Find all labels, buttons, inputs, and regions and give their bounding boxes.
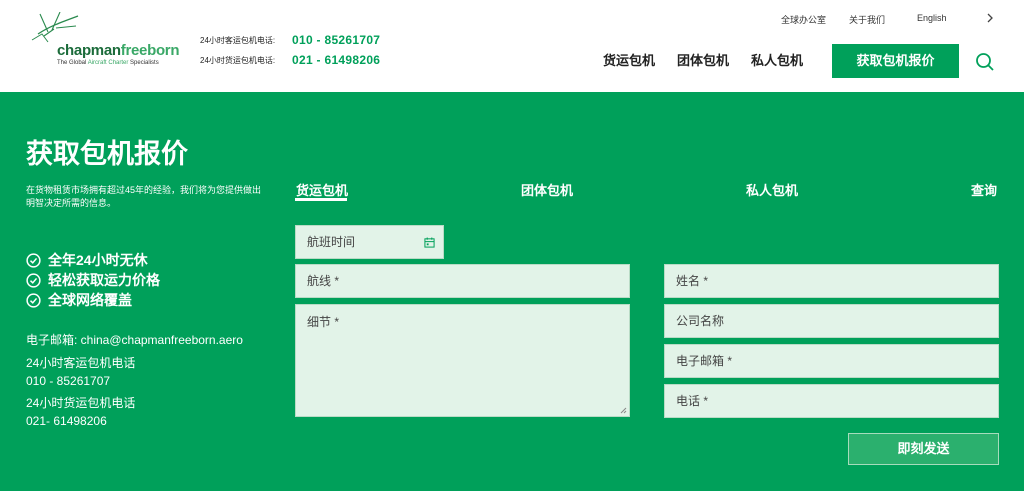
contact-passenger-label: 24小时客运包机电话 (26, 356, 136, 370)
resize-handle-icon[interactable] (619, 406, 627, 414)
active-tab-indicator (295, 198, 347, 201)
company-placeholder: 公司名称 (676, 314, 725, 328)
utility-nav: 全球办公室 关于我们 English (0, 13, 1024, 27)
feature-text: 全球网络覆盖 (48, 292, 132, 308)
search-icon[interactable] (975, 52, 995, 72)
logo-word-freeborn: freeborn (120, 42, 180, 59)
name-input[interactable]: 姓名 * (664, 264, 999, 298)
feature-item: 轻松获取运力价格 (26, 270, 160, 290)
feature-text: 轻松获取运力价格 (48, 272, 160, 288)
tab-enquiry[interactable]: 查询 (971, 180, 997, 199)
logo-word-chapman: chapman (57, 42, 121, 59)
flight-time-field[interactable]: 航班时间 (295, 225, 444, 259)
contact-cargo-number[interactable]: 021- 61498206 (26, 414, 107, 428)
contact-email[interactable]: 电子邮箱: china@chapmanfreeborn.aero (26, 331, 243, 348)
calendar-icon[interactable] (424, 237, 435, 248)
email-placeholder: 电子邮箱 * (676, 354, 733, 368)
page-title: 获取包机报价 (26, 139, 188, 169)
tab-private-charter[interactable]: 私人包机 (746, 180, 798, 199)
passenger-phone-number[interactable]: 010 - 85261707 (292, 33, 380, 47)
tab-group-charter[interactable]: 团体包机 (521, 180, 573, 199)
company-input[interactable]: 公司名称 (664, 304, 999, 338)
tab-cargo-charter[interactable]: 货运包机 (296, 180, 348, 199)
chevron-right-icon[interactable] (986, 12, 994, 24)
email-input[interactable]: 电子邮箱 * (664, 344, 999, 378)
check-circle-icon (26, 272, 41, 288)
header-phone-numbers: 24小时客运包机电话: 010 - 85261707 24小时货运包机电话: 0… (200, 30, 380, 70)
contact-passenger-number[interactable]: 010 - 85261707 (26, 374, 110, 388)
nav-global-offices[interactable]: 全球办公室 (781, 13, 826, 26)
tagline-part1: The Global (57, 60, 88, 66)
submit-button[interactable]: 即刻发送 (848, 433, 999, 465)
site-header: chapmanfreeborn The Global Aircraft Char… (0, 0, 1024, 92)
cargo-phone-row: 24小时货运包机电话: 021 - 61498206 (200, 50, 380, 70)
details-textarea[interactable]: 细节 * (295, 304, 630, 417)
phone-placeholder: 电话 * (676, 394, 709, 408)
check-circle-icon (26, 292, 41, 308)
logo-wordmark: chapmanfreeborn (57, 42, 180, 59)
contact-cargo-label: 24小时货运包机电话 (26, 396, 136, 410)
passenger-phone-row: 24小时客运包机电话: 010 - 85261707 (200, 30, 380, 50)
logo-tagline: The Global Aircraft Charter Specialists (57, 60, 159, 66)
details-placeholder: 细节 * (307, 315, 340, 329)
flight-time-placeholder: 航班时间 (307, 235, 356, 249)
check-circle-icon (26, 252, 41, 268)
feature-text: 全年24小时无休 (48, 252, 148, 268)
feature-item: 全球网络覆盖 (26, 290, 132, 310)
tagline-part2: Specialists (128, 60, 159, 66)
nav-about-us[interactable]: 关于我们 (849, 13, 885, 26)
route-input[interactable]: 航线 * (295, 264, 630, 298)
cargo-phone-number[interactable]: 021 - 61498206 (292, 53, 380, 67)
route-placeholder: 航线 * (307, 274, 340, 288)
name-placeholder: 姓名 * (676, 274, 709, 288)
passenger-phone-label: 24小时客运包机电话: (200, 35, 276, 45)
tagline-accent: Aircraft Charter (87, 60, 129, 66)
nav-group-charter[interactable]: 团体包机 (677, 50, 729, 69)
language-switch[interactable]: English (917, 13, 947, 23)
feature-item: 全年24小时无休 (26, 250, 148, 270)
nav-private-charter[interactable]: 私人包机 (751, 50, 803, 69)
phone-input[interactable]: 电话 * (664, 384, 999, 418)
intro-text: 在货物租赁市场拥有超过45年的经验，我们将为您提供做出明智决定所需的信息。 (26, 185, 262, 208)
cargo-phone-label: 24小时货运包机电话: (200, 55, 276, 65)
nav-cargo-charter[interactable]: 货运包机 (603, 50, 655, 69)
get-quote-button[interactable]: 获取包机报价 (832, 44, 959, 78)
